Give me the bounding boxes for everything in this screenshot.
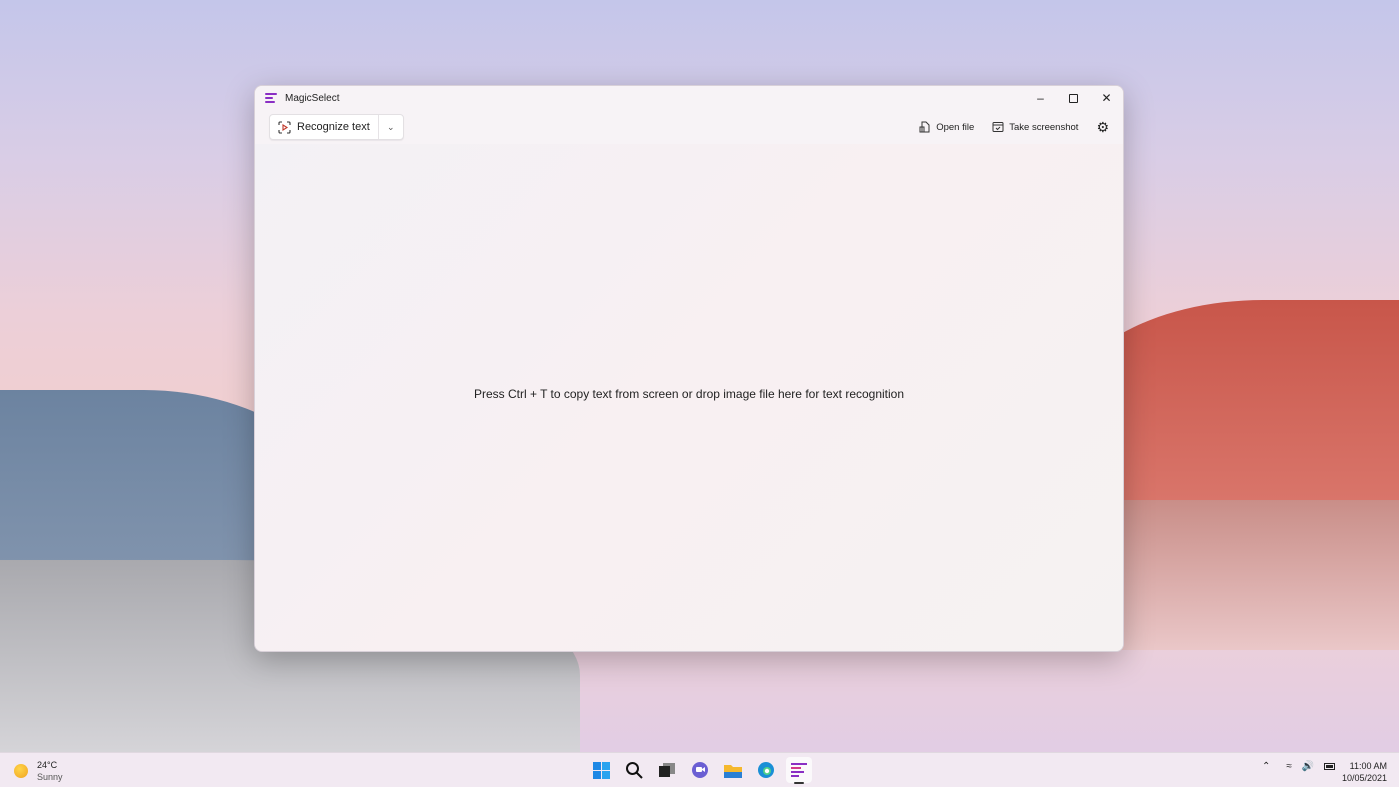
take-screenshot-button[interactable]: Take screenshot [992,121,1078,133]
open-file-icon [919,121,930,133]
search-icon [626,762,643,779]
title-bar[interactable]: MagicSelect – ✕ [255,86,1123,110]
wifi-icon[interactable]: ≈ [1286,761,1292,772]
task-view-icon [659,763,675,777]
search-button[interactable] [621,757,647,783]
recognize-mode-dropdown[interactable]: ⌄ [379,115,403,139]
weather-temp: 24°C [37,760,58,770]
taskbar: 24°C Sunny ⌃ ≈ 🔊 11:00 AM 10/05/2021 [0,752,1399,787]
sun-icon [14,764,28,778]
recognize-text-button[interactable]: Recognize text [270,115,379,139]
clock-time: 11:00 AM [1349,761,1387,771]
weather-condition: Sunny [37,772,63,782]
clock-date: 10/05/2021 [1341,773,1387,783]
open-file-button[interactable]: Open file [919,121,974,133]
maximize-button[interactable] [1057,86,1090,110]
open-file-label: Open file [936,121,975,133]
drop-zone[interactable]: Press Ctrl + T to copy text from screen … [255,144,1123,651]
magicselect-icon [791,763,807,777]
system-tray: ⌃ ≈ 🔊 [1262,761,1336,772]
wallpaper-water [1119,500,1399,650]
weather-widget[interactable]: 24°C Sunny [14,759,63,783]
magicselect-window: MagicSelect – ✕ Recognize text ⌄ Open fi… [254,85,1124,652]
take-screenshot-label: Take screenshot [1009,121,1079,133]
edge-button[interactable] [753,757,779,783]
maximize-icon [1069,93,1078,103]
settings-button[interactable]: ⚙ [1096,119,1109,136]
file-explorer-button[interactable] [720,757,746,783]
window-title: MagicSelect [285,92,340,104]
chat-button[interactable] [687,757,713,783]
recognize-split-button: Recognize text ⌄ [269,114,404,140]
gear-icon: ⚙ [1096,118,1109,135]
minimize-button[interactable]: – [1024,86,1057,110]
minimize-icon: – [1037,91,1044,105]
recognize-text-label: Recognize text [297,121,370,133]
windows-logo-icon [592,761,610,779]
task-view-button[interactable] [654,757,680,783]
close-icon: ✕ [1101,91,1112,105]
close-button[interactable]: ✕ [1090,86,1123,110]
chevron-up-icon[interactable]: ⌃ [1262,761,1270,772]
screenshot-icon [992,122,1004,132]
app-logo-icon [265,93,277,103]
scan-icon [278,120,291,134]
instruction-text: Press Ctrl + T to copy text from screen … [473,386,905,401]
start-button[interactable] [588,757,614,783]
chat-icon [692,762,708,778]
battery-icon[interactable] [1324,763,1336,770]
volume-icon[interactable]: 🔊 [1302,761,1314,772]
chevron-down-icon: ⌄ [386,121,395,132]
magicselect-taskbar-button[interactable] [786,757,812,784]
edge-icon [758,762,774,778]
toolbar: Recognize text ⌄ Open file Take screensh… [255,110,1123,144]
folder-icon [724,764,742,778]
clock[interactable]: 11:00 AM 10/05/2021 [1342,760,1387,784]
